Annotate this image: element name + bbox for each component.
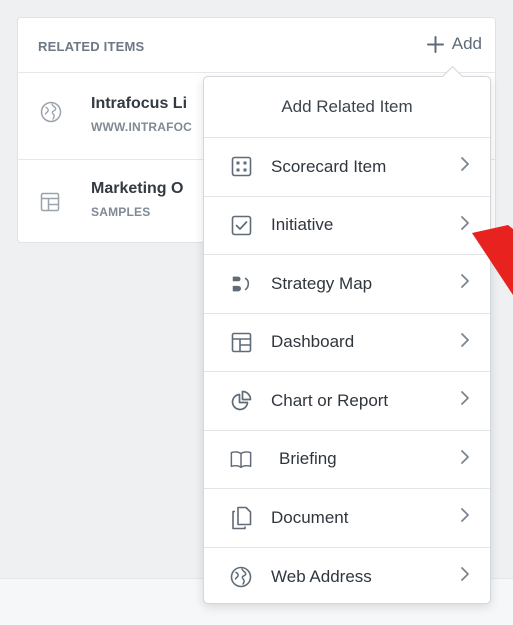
related-item-subtitle: WWW.INTRAFOC <box>91 120 193 134</box>
menu-item-label: Dashboard <box>271 332 355 352</box>
menu-item-label: Web Address <box>271 566 372 586</box>
globe-icon <box>230 566 252 588</box>
menu-item-scorecard-item[interactable]: Scorecard Item <box>204 138 490 197</box>
menu-item-document[interactable]: Document <box>204 489 490 548</box>
add-button-label: Add <box>451 34 482 53</box>
document-icon <box>230 506 252 530</box>
checkbox-icon <box>230 214 252 236</box>
menu-item-dashboard[interactable]: Dashboard <box>204 314 490 372</box>
menu-item-label: Document <box>271 507 349 527</box>
dashboard-icon <box>230 331 252 353</box>
menu-item-label: Initiative <box>271 215 334 235</box>
chevron-right-icon <box>460 390 470 411</box>
plus-icon <box>426 35 444 53</box>
chevron-right-icon <box>460 449 470 470</box>
menu-title: Add Related Item <box>204 77 490 138</box>
related-item-name: Marketing O <box>91 180 184 197</box>
panel-header: RELATED ITEMS Add <box>18 18 495 73</box>
panel-title: RELATED ITEMS <box>38 39 145 54</box>
globe-icon <box>40 101 62 128</box>
dashboard-icon <box>40 192 60 217</box>
menu-item-chart-or-report[interactable]: Chart or Report <box>204 372 490 431</box>
menu-item-label: Briefing <box>279 449 337 469</box>
chevron-right-icon <box>460 507 470 528</box>
chevron-right-icon <box>460 332 470 353</box>
chevron-right-icon <box>460 273 470 294</box>
menu-item-label: Scorecard Item <box>271 156 387 176</box>
add-button[interactable]: Add <box>426 34 482 54</box>
chevron-right-icon <box>460 566 470 587</box>
related-item-subtitle: SAMPLES <box>91 205 151 219</box>
menu-item-label: Chart or Report <box>271 390 389 410</box>
strategy-map-icon <box>230 273 252 295</box>
menu-item-strategy-map[interactable]: Strategy Map <box>204 255 490 314</box>
pie-chart-icon <box>230 390 252 412</box>
chevron-right-icon <box>460 215 470 236</box>
add-related-item-menu: Add Related Item Scorecard Item Initiati… <box>203 65 491 607</box>
related-item-name: Intrafocus Li <box>91 95 188 112</box>
menu-item-briefing[interactable]: Briefing <box>204 431 490 489</box>
menu-item-web-address[interactable]: Web Address <box>204 548 490 607</box>
annotation-arrow <box>472 225 513 295</box>
book-icon <box>230 448 252 470</box>
menu-item-label: Strategy Map <box>271 273 373 293</box>
scorecard-icon <box>230 156 252 178</box>
chevron-right-icon <box>460 156 470 177</box>
menu-item-initiative[interactable]: Initiative <box>204 197 490 255</box>
